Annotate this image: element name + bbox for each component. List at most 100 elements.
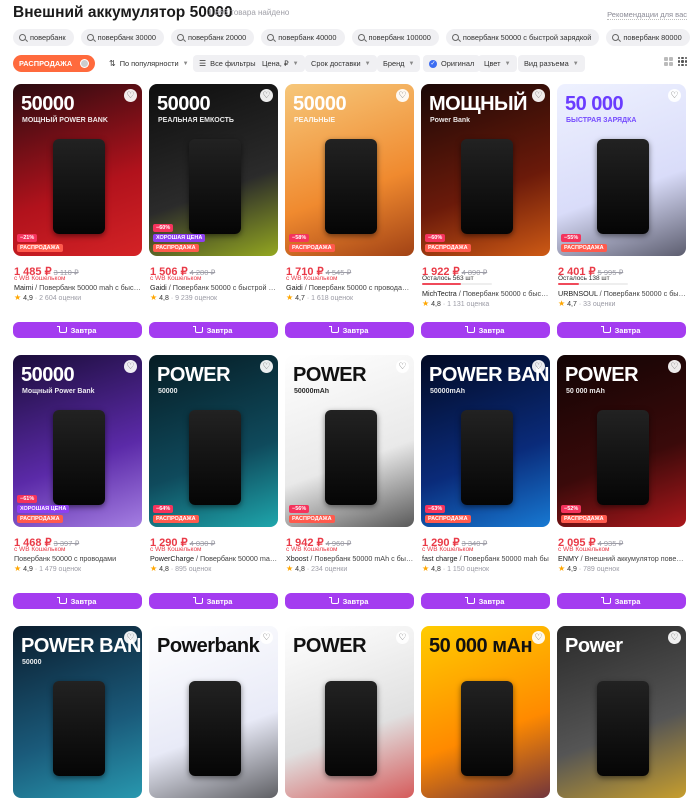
discount-badge: −63%: [425, 505, 446, 513]
product-image[interactable]: POWER BANK 50000mAh ♡ −63% РАСПРОДАЖА: [421, 355, 550, 527]
product-name[interactable]: Gaidi / Повербанк 50000 с проводами и: [286, 283, 414, 292]
favorite-heart-icon[interactable]: ♡: [532, 360, 545, 373]
all-filters-button[interactable]: ☰ Все фильтры: [193, 55, 262, 72]
favorite-heart-icon[interactable]: ♡: [668, 631, 681, 644]
device-shape: [325, 681, 377, 776]
star-icon: ★: [422, 564, 430, 573]
product-name[interactable]: Повербанк 50000 с проводами: [14, 554, 142, 563]
chevron-down-icon: ▼: [364, 60, 371, 67]
add-to-cart-button[interactable]: Завтра: [285, 593, 414, 609]
favorite-heart-icon[interactable]: ♡: [532, 89, 545, 102]
product-name[interactable]: Gaidi / Повербанк 50000 с быстрой зарядк…: [150, 283, 278, 292]
add-to-cart-button[interactable]: Завтра: [421, 593, 550, 609]
product-image[interactable]: Power ♡: [557, 626, 686, 798]
image-subline: 50000: [158, 388, 178, 395]
product-image[interactable]: POWER 50000mAh ♡ −56% РАСПРОДАЖА: [285, 355, 414, 527]
device-shape: [597, 681, 649, 776]
product-name[interactable]: Maimi / Повербанк 50000 mah с быстрой: [14, 283, 142, 292]
product-image[interactable]: 50000 МОЩНЫЙ POWER BANK ♡ −21% РАСПРОДАЖА: [13, 84, 142, 256]
favorite-heart-icon[interactable]: ♡: [396, 89, 409, 102]
product-image[interactable]: POWER BANK 50000 ♡: [13, 626, 142, 798]
search-icon: [86, 34, 94, 41]
add-to-cart-button[interactable]: Завтра: [149, 322, 278, 338]
image-headline: МОЩНЫЙ: [429, 93, 528, 115]
search-chip[interactable]: повербанк 100000: [351, 29, 439, 46]
search-chip[interactable]: повербанк 20000: [170, 29, 255, 46]
favorite-heart-icon[interactable]: ♡: [260, 631, 273, 644]
recommendations-link[interactable]: Рекомендации для вас: [607, 10, 687, 20]
grid-small-icon[interactable]: [678, 57, 687, 66]
product-image[interactable]: POWER 50000 ♡ −64% РАСПРОДАЖА: [149, 355, 278, 527]
sale-toggle[interactable]: РАСПРОДАЖА: [13, 55, 95, 72]
add-to-cart-button[interactable]: Завтра: [421, 322, 550, 338]
product-name[interactable]: fast charge / Повербанк 50000 mah бы: [422, 554, 550, 563]
favorite-heart-icon[interactable]: ♡: [396, 360, 409, 373]
wallet-note: с WB Кошельком: [14, 275, 66, 282]
favorite-heart-icon[interactable]: ♡: [124, 631, 137, 644]
search-chip[interactable]: повербанк 40000: [261, 29, 345, 46]
product-image[interactable]: POWER ♡: [285, 626, 414, 798]
original-filter[interactable]: ✓ Оригинал: [423, 55, 481, 72]
cart-icon: [56, 326, 67, 333]
search-icon: [176, 34, 184, 41]
product-image[interactable]: 50000 РЕАЛЬНЫЕ ♡ −58% РАСПРОДАЖА: [285, 84, 414, 256]
rating: ★ 4,8 · 895 оценок: [150, 564, 212, 573]
page-title: Внешний аккумулятор 50000: [13, 4, 233, 21]
product-name[interactable]: PowerCharge / Повербанк 50000 mah р: [150, 554, 278, 563]
star-icon: ★: [286, 293, 294, 302]
search-chip[interactable]: повербанк 80000: [606, 29, 690, 46]
favorite-heart-icon[interactable]: ♡: [260, 89, 273, 102]
image-headline: Powerbank: [157, 635, 260, 657]
sale-badge: РАСПРОДАЖА: [425, 515, 471, 523]
favorite-heart-icon[interactable]: ♡: [396, 631, 409, 644]
product-name[interactable]: ENMY / Внешний аккумулятор повербанк: [558, 554, 686, 563]
search-chip[interactable]: повербанк: [13, 29, 74, 46]
connector-filter[interactable]: Вид разъема ▼: [518, 55, 585, 72]
check-icon: ✓: [429, 59, 437, 68]
favorite-heart-icon[interactable]: ♡: [124, 360, 137, 373]
rating: ★ 4,8 · 234 оценки: [286, 564, 348, 573]
favorite-heart-icon[interactable]: ♡: [668, 360, 681, 373]
add-to-cart-button[interactable]: Завтра: [13, 593, 142, 609]
discount-badge: −61%: [17, 495, 38, 503]
product-image[interactable]: POWER 50 000 mAh ♡ −52% РАСПРОДАЖА: [557, 355, 686, 527]
color-filter[interactable]: Цвет ▼: [478, 55, 517, 72]
device-shape: [189, 410, 241, 505]
add-to-cart-button[interactable]: Завтра: [285, 322, 414, 338]
grid-large-icon[interactable]: [664, 57, 673, 66]
favorite-heart-icon[interactable]: ♡: [668, 89, 681, 102]
favorite-heart-icon[interactable]: ♡: [260, 360, 273, 373]
add-to-cart-button[interactable]: Завтра: [557, 593, 686, 609]
favorite-heart-icon[interactable]: ♡: [532, 631, 545, 644]
sort-dropdown[interactable]: ⇅ По популярности ▼: [103, 55, 195, 72]
cart-icon: [192, 326, 203, 333]
product-image[interactable]: Powerbank ♡: [149, 626, 278, 798]
product-image[interactable]: 50 000 БЫСТРАЯ ЗАРЯДКА ♡ −55% РАСПРОДАЖА: [557, 84, 686, 256]
add-to-cart-button[interactable]: Завтра: [557, 322, 686, 338]
page-header: Внешний аккумулятор 50000 1 863 товара н…: [13, 4, 693, 24]
device-shape: [189, 681, 241, 776]
discount-badge: −55%: [561, 234, 582, 242]
star-icon: ★: [150, 293, 158, 302]
product-name[interactable]: URBNSOUL / Повербанк 50000 с быстрой: [558, 289, 686, 298]
brand-filter[interactable]: Бренд ▼: [377, 55, 421, 72]
product-image[interactable]: МОЩНЫЙ Power Bank ♡ −60% РАСПРОДАЖА: [421, 84, 550, 256]
product-image[interactable]: 50 000 мАн ♡: [421, 626, 550, 798]
product-name[interactable]: MichTectra / Повербанк 50000 с быстрой: [422, 289, 550, 298]
delivery-filter[interactable]: Срок доставки ▼: [305, 55, 377, 72]
product-name[interactable]: Xboost / Повербанк 50000 mAh с быстр: [286, 554, 414, 563]
product-image[interactable]: 50000 Мощный Power Bank ♡ −61% ХОРОШАЯ ЦЕНА Р…: [13, 355, 142, 527]
search-chip[interactable]: повербанк 30000: [80, 29, 164, 46]
price-filter[interactable]: Цена, ₽ ▼: [256, 55, 305, 72]
sale-badge: РАСПРОДАЖА: [153, 515, 199, 523]
product-image[interactable]: 50000 РЕАЛЬНАЯ ЕМКОСТЬ ♡ −60% ХОРОШАЯ ЦЕНА РА…: [149, 84, 278, 256]
discount-badge: −21%: [17, 234, 38, 242]
toggle-switch[interactable]: [80, 59, 89, 68]
favorite-heart-icon[interactable]: ♡: [124, 89, 137, 102]
image-headline: 50 000: [565, 93, 624, 115]
add-to-cart-button[interactable]: Завтра: [149, 593, 278, 609]
search-chip[interactable]: повербанк 50000 с быстрой зарядкой: [445, 29, 600, 46]
sale-badge: РАСПРОДАЖА: [17, 244, 63, 252]
add-to-cart-button[interactable]: Завтра: [13, 322, 142, 338]
device-shape: [53, 410, 105, 505]
